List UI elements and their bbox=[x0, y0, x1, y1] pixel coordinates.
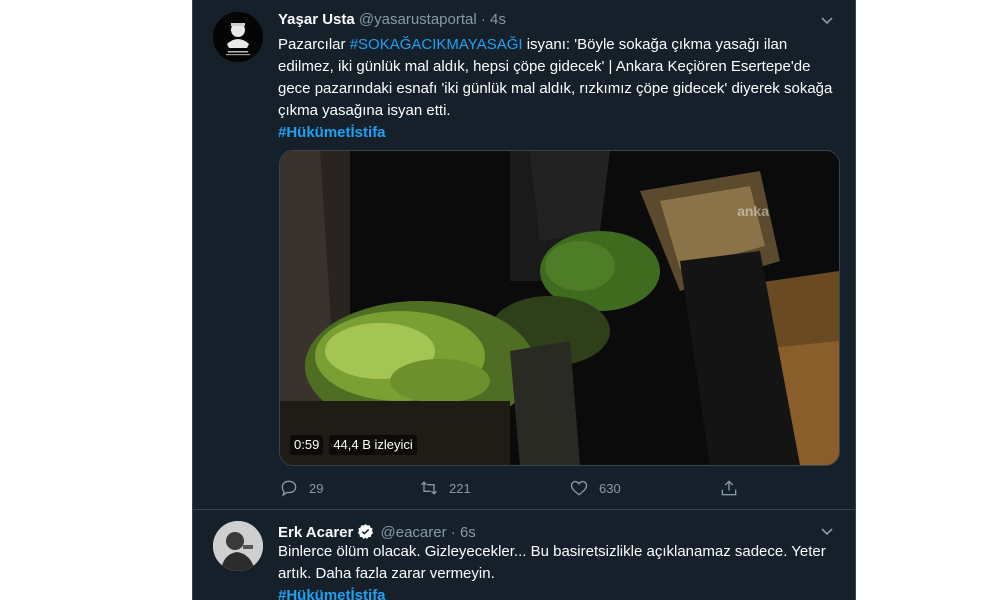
video-info: 0:59 44,4 B izleyici bbox=[290, 435, 417, 455]
timestamp[interactable]: 4s bbox=[490, 11, 506, 28]
author-handle[interactable]: @eacarer bbox=[381, 524, 447, 541]
tweet-header: Yaşar Usta @yasarustaportal · 4s bbox=[278, 10, 506, 30]
video-frame bbox=[280, 151, 839, 465]
tweet[interactable]: Yaşar Usta @yasarustaportal · 4s Pazarcı… bbox=[193, 0, 855, 510]
chevron-down-icon[interactable] bbox=[819, 523, 835, 539]
video-watermark: anka bbox=[737, 203, 769, 219]
tweet-header: Erk Acarer @eacarer · 6s bbox=[278, 523, 476, 543]
like-icon bbox=[570, 480, 588, 496]
reply-icon bbox=[281, 480, 297, 497]
tweet-text: Pazarcılar #SOKAĞACIKMAYASAĞI isyanı: 'B… bbox=[278, 34, 838, 144]
timestamp[interactable]: 6s bbox=[460, 524, 476, 541]
author-name[interactable]: Yaşar Usta bbox=[278, 11, 355, 28]
tweet-text: Binlerce ölüm olacak. Gizleyecekler... B… bbox=[278, 541, 838, 600]
author-handle[interactable]: @yasarustaportal bbox=[359, 11, 477, 28]
author-name[interactable]: Erk Acarer bbox=[278, 524, 353, 541]
video-views: 44,4 B izleyici bbox=[329, 435, 417, 455]
avatar[interactable] bbox=[213, 521, 263, 571]
hashtag-link[interactable]: #SOKAĞACIKMAYASAĞI bbox=[350, 36, 523, 53]
tweet[interactable]: Erk Acarer @eacarer · 6s Binlerce ölüm o… bbox=[193, 511, 855, 600]
retweet-icon bbox=[421, 481, 437, 495]
separator: · bbox=[450, 524, 456, 541]
like-button[interactable]: 630 bbox=[569, 476, 621, 500]
share-icon bbox=[721, 480, 737, 496]
tweet-text-body: Binlerce ölüm olacak. Gizleyecekler... B… bbox=[278, 543, 826, 582]
retweet-button[interactable]: 221 bbox=[419, 476, 471, 500]
hashtag-link[interactable]: #Hükümetİstifa bbox=[278, 587, 386, 600]
reply-button[interactable]: 29 bbox=[279, 476, 323, 500]
tweet-text-intro: Pazarcılar bbox=[278, 36, 350, 53]
reply-count: 29 bbox=[309, 480, 324, 496]
hashtag-link[interactable]: #Hükümetİstifa bbox=[278, 124, 386, 141]
video-player[interactable]: anka 0:59 44,4 B izleyici bbox=[279, 150, 840, 466]
chevron-down-icon[interactable] bbox=[819, 12, 835, 28]
tweet-actions: 29 221 630 bbox=[279, 476, 839, 500]
avatar[interactable] bbox=[213, 12, 263, 62]
verified-icon bbox=[358, 524, 374, 539]
video-duration: 0:59 bbox=[290, 435, 324, 455]
separator: · bbox=[480, 11, 486, 28]
retweet-count: 221 bbox=[449, 480, 471, 496]
like-count: 630 bbox=[599, 480, 621, 496]
share-button[interactable] bbox=[719, 476, 739, 500]
timeline: Yaşar Usta @yasarustaportal · 4s Pazarcı… bbox=[192, 0, 856, 600]
